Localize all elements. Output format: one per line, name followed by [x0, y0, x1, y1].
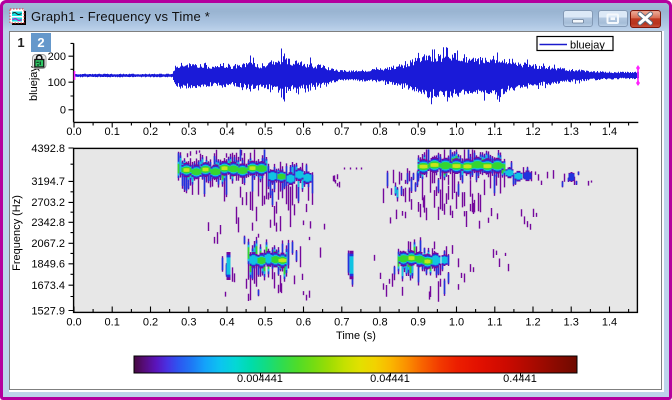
svg-text:1527.9: 1527.9: [31, 305, 65, 317]
svg-text:0.04441: 0.04441: [370, 373, 410, 385]
svg-text:0.5: 0.5: [258, 317, 273, 329]
svg-text:1673.4: 1673.4: [31, 280, 65, 292]
svg-text:bluejay: bluejay: [28, 66, 40, 101]
svg-text:0.4: 0.4: [219, 317, 234, 329]
svg-text:1.1: 1.1: [487, 317, 502, 329]
svg-text:2067.2: 2067.2: [31, 238, 65, 250]
svg-text:0.7: 0.7: [334, 317, 349, 329]
svg-text:100: 100: [48, 77, 66, 89]
svg-text:1.4: 1.4: [602, 126, 617, 138]
svg-text:0.8: 0.8: [372, 317, 387, 329]
svg-text:0.1: 0.1: [105, 126, 120, 138]
svg-text:0.4: 0.4: [219, 126, 234, 138]
svg-text:2342.8: 2342.8: [31, 217, 65, 229]
svg-text:0.2: 0.2: [143, 126, 158, 138]
svg-text:bluejay: bluejay: [570, 40, 605, 52]
svg-text:Frequency (Hz): Frequency (Hz): [11, 195, 23, 271]
svg-text:3194.7: 3194.7: [31, 176, 65, 188]
svg-text:1.3: 1.3: [564, 317, 579, 329]
svg-text:Time (s): Time (s): [336, 330, 376, 342]
svg-text:0.9: 0.9: [411, 126, 426, 138]
svg-text:0.3: 0.3: [181, 317, 196, 329]
svg-text:1.4: 1.4: [602, 317, 617, 329]
svg-text:0.4441: 0.4441: [503, 373, 537, 385]
svg-text:0.004441: 0.004441: [237, 373, 283, 385]
svg-text:1.2: 1.2: [525, 126, 540, 138]
svg-text:0.1: 0.1: [105, 317, 120, 329]
svg-text:1849.6: 1849.6: [31, 259, 65, 271]
svg-text:0: 0: [60, 105, 66, 117]
svg-text:1.0: 1.0: [449, 126, 464, 138]
svg-text:1.2: 1.2: [525, 317, 540, 329]
svg-text:0.5: 0.5: [258, 126, 273, 138]
svg-text:0.0: 0.0: [66, 317, 81, 329]
svg-text:0.3: 0.3: [181, 126, 196, 138]
svg-text:0.7: 0.7: [334, 126, 349, 138]
svg-text:0.6: 0.6: [296, 317, 311, 329]
svg-text:1.1: 1.1: [487, 126, 502, 138]
svg-text:0.6: 0.6: [296, 126, 311, 138]
svg-text:1.3: 1.3: [564, 126, 579, 138]
svg-text:200: 200: [48, 51, 66, 63]
svg-text:0.2: 0.2: [143, 317, 158, 329]
svg-text:2703.2: 2703.2: [31, 197, 65, 209]
svg-text:4392.8: 4392.8: [31, 143, 65, 155]
svg-text:1.0: 1.0: [449, 317, 464, 329]
svg-text:0.8: 0.8: [372, 126, 387, 138]
svg-text:0.0: 0.0: [66, 126, 81, 138]
svg-text:0.9: 0.9: [411, 317, 426, 329]
